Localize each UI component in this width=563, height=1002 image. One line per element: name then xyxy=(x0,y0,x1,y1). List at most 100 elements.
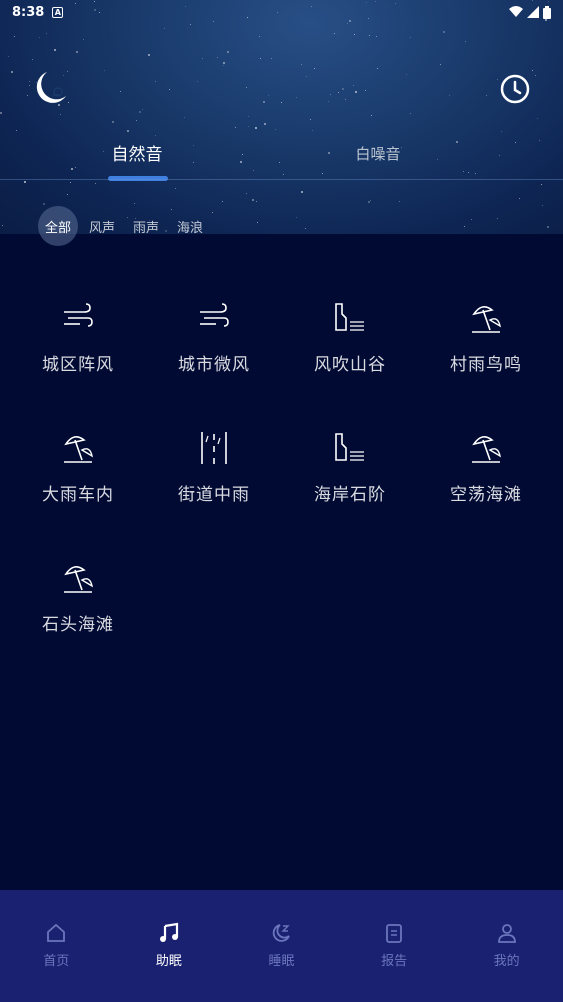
star xyxy=(442,31,445,34)
star xyxy=(311,130,313,132)
tab-divider xyxy=(0,179,563,180)
sound-item[interactable]: 海岸石阶 xyxy=(282,430,418,530)
star xyxy=(274,128,276,130)
star xyxy=(252,169,254,171)
nav-item-3[interactable]: 报告 xyxy=(338,890,451,1002)
sound-item[interactable]: 街道中雨 xyxy=(146,430,282,530)
sound-item[interactable]: 风吹山谷 xyxy=(282,300,418,400)
star xyxy=(45,33,47,35)
star xyxy=(515,142,517,144)
sound-item[interactable]: 城区阵风 xyxy=(10,300,146,400)
star xyxy=(263,123,266,126)
chip-wind[interactable]: 风声 xyxy=(89,217,115,236)
star xyxy=(133,203,135,205)
beach-umbrella-icon xyxy=(472,306,501,333)
star xyxy=(485,95,487,97)
star xyxy=(538,140,540,142)
star xyxy=(534,74,536,76)
sound-item-label: 大雨车内 xyxy=(42,485,114,505)
moon-icon[interactable] xyxy=(30,68,70,108)
sound-item[interactable]: 村雨鸟鸣 xyxy=(418,300,554,400)
star xyxy=(190,24,192,26)
chip-waves[interactable]: 海浪 xyxy=(177,217,203,236)
star xyxy=(305,227,307,229)
star xyxy=(154,81,156,83)
wind-icon xyxy=(64,303,93,327)
star xyxy=(43,202,46,205)
nav-item-2[interactable]: 睡眠 xyxy=(225,890,338,1002)
star xyxy=(467,171,469,173)
sleep-moon-icon xyxy=(273,924,291,942)
star xyxy=(365,90,367,92)
chip-rain[interactable]: 雨声 xyxy=(133,217,159,236)
star xyxy=(376,36,378,38)
sound-item[interactable]: 空荡海滩 xyxy=(418,430,554,530)
report-icon xyxy=(386,924,402,943)
nav-item-label: 我的 xyxy=(493,954,520,969)
nav-item-0[interactable]: 首页 xyxy=(0,890,113,1002)
star xyxy=(282,174,284,176)
star xyxy=(300,191,303,194)
star xyxy=(112,121,115,124)
sound-item-label: 空荡海滩 xyxy=(450,485,522,505)
beach-umbrella-icon xyxy=(64,566,93,593)
star xyxy=(271,57,273,59)
sound-item-label: 石头海滩 xyxy=(42,615,114,635)
home-icon xyxy=(47,923,66,942)
tab-white-noise[interactable]: 白噪音 xyxy=(318,143,438,164)
star xyxy=(26,94,28,96)
star xyxy=(120,90,122,92)
signal-icon xyxy=(527,6,539,18)
star xyxy=(310,118,312,120)
star xyxy=(13,35,15,37)
star xyxy=(322,172,324,174)
star xyxy=(519,197,521,199)
star xyxy=(70,182,72,184)
star xyxy=(278,161,280,163)
star xyxy=(135,120,137,122)
star xyxy=(344,99,346,101)
star xyxy=(0,112,3,115)
star xyxy=(500,130,502,132)
star xyxy=(168,88,170,90)
star xyxy=(16,129,18,131)
star xyxy=(196,80,198,82)
star xyxy=(330,94,332,96)
beach-umbrella-icon xyxy=(472,436,501,463)
star xyxy=(245,192,247,194)
star xyxy=(328,101,330,103)
star xyxy=(354,91,357,94)
star xyxy=(262,101,265,104)
star xyxy=(281,102,283,104)
wifi-icon xyxy=(509,6,523,17)
bottom-nav: 首页 助眠 睡眠 报告 我的 xyxy=(0,890,563,1002)
status-bar: 8:38 A xyxy=(0,0,563,24)
nav-item-label: 报告 xyxy=(381,954,408,969)
star xyxy=(399,200,401,202)
sound-item[interactable]: 城市微风 xyxy=(146,300,282,400)
nav-item-4[interactable]: 我的 xyxy=(450,890,563,1002)
sound-item[interactable]: 大雨车内 xyxy=(10,430,146,530)
battery-icon xyxy=(543,5,551,19)
sound-item[interactable]: 石头海滩 xyxy=(10,560,146,660)
tab-nature-sounds[interactable]: 自然音 xyxy=(77,140,197,165)
star xyxy=(531,69,533,71)
nav-item-1[interactable]: 助眠 xyxy=(113,890,226,1002)
status-time: 8:38 xyxy=(12,4,45,20)
star xyxy=(368,35,370,37)
star xyxy=(141,109,143,111)
star xyxy=(470,219,472,221)
star xyxy=(449,94,451,96)
star xyxy=(10,71,13,74)
chip-all[interactable]: 全部 xyxy=(38,206,78,246)
header-background xyxy=(0,0,563,234)
star xyxy=(475,172,477,174)
clock-icon[interactable] xyxy=(499,73,531,105)
star xyxy=(222,65,224,67)
star xyxy=(260,57,262,59)
road-icon xyxy=(201,432,227,464)
star xyxy=(537,118,539,120)
sound-item-label: 城市微风 xyxy=(178,355,250,375)
star xyxy=(164,229,167,232)
star xyxy=(248,126,250,128)
